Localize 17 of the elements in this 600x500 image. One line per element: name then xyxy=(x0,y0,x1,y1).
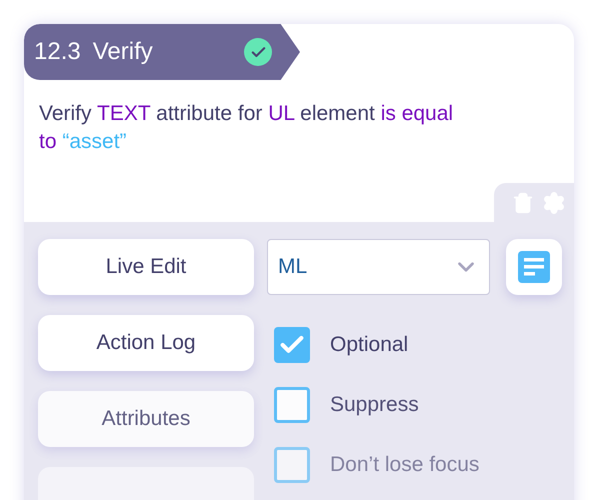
action-button[interactable]: Action Log xyxy=(38,315,254,371)
dropdown[interactable]: ML xyxy=(267,239,490,295)
action-button[interactable]: Attributes xyxy=(38,391,254,447)
action-button[interactable]: Live Edit xyxy=(38,239,254,295)
settings-icon[interactable] xyxy=(542,190,566,214)
trash-icon[interactable] xyxy=(512,192,534,214)
step-description: Verify TEXT attribute for UL element is equal to “asset” xyxy=(38,101,454,155)
checkbox[interactable] xyxy=(274,387,310,423)
checkbox-label: Optional xyxy=(330,332,408,358)
lines-icon xyxy=(518,251,550,283)
step-title: Verify xyxy=(92,37,153,67)
notes-button[interactable] xyxy=(506,239,562,295)
checkbox[interactable] xyxy=(274,447,310,483)
checkbox[interactable] xyxy=(274,327,310,363)
checkbox-label: Suppress xyxy=(330,392,419,418)
checkbox-label: Don’t lose focus xyxy=(330,452,480,478)
step-number: 12.3 xyxy=(34,37,81,67)
